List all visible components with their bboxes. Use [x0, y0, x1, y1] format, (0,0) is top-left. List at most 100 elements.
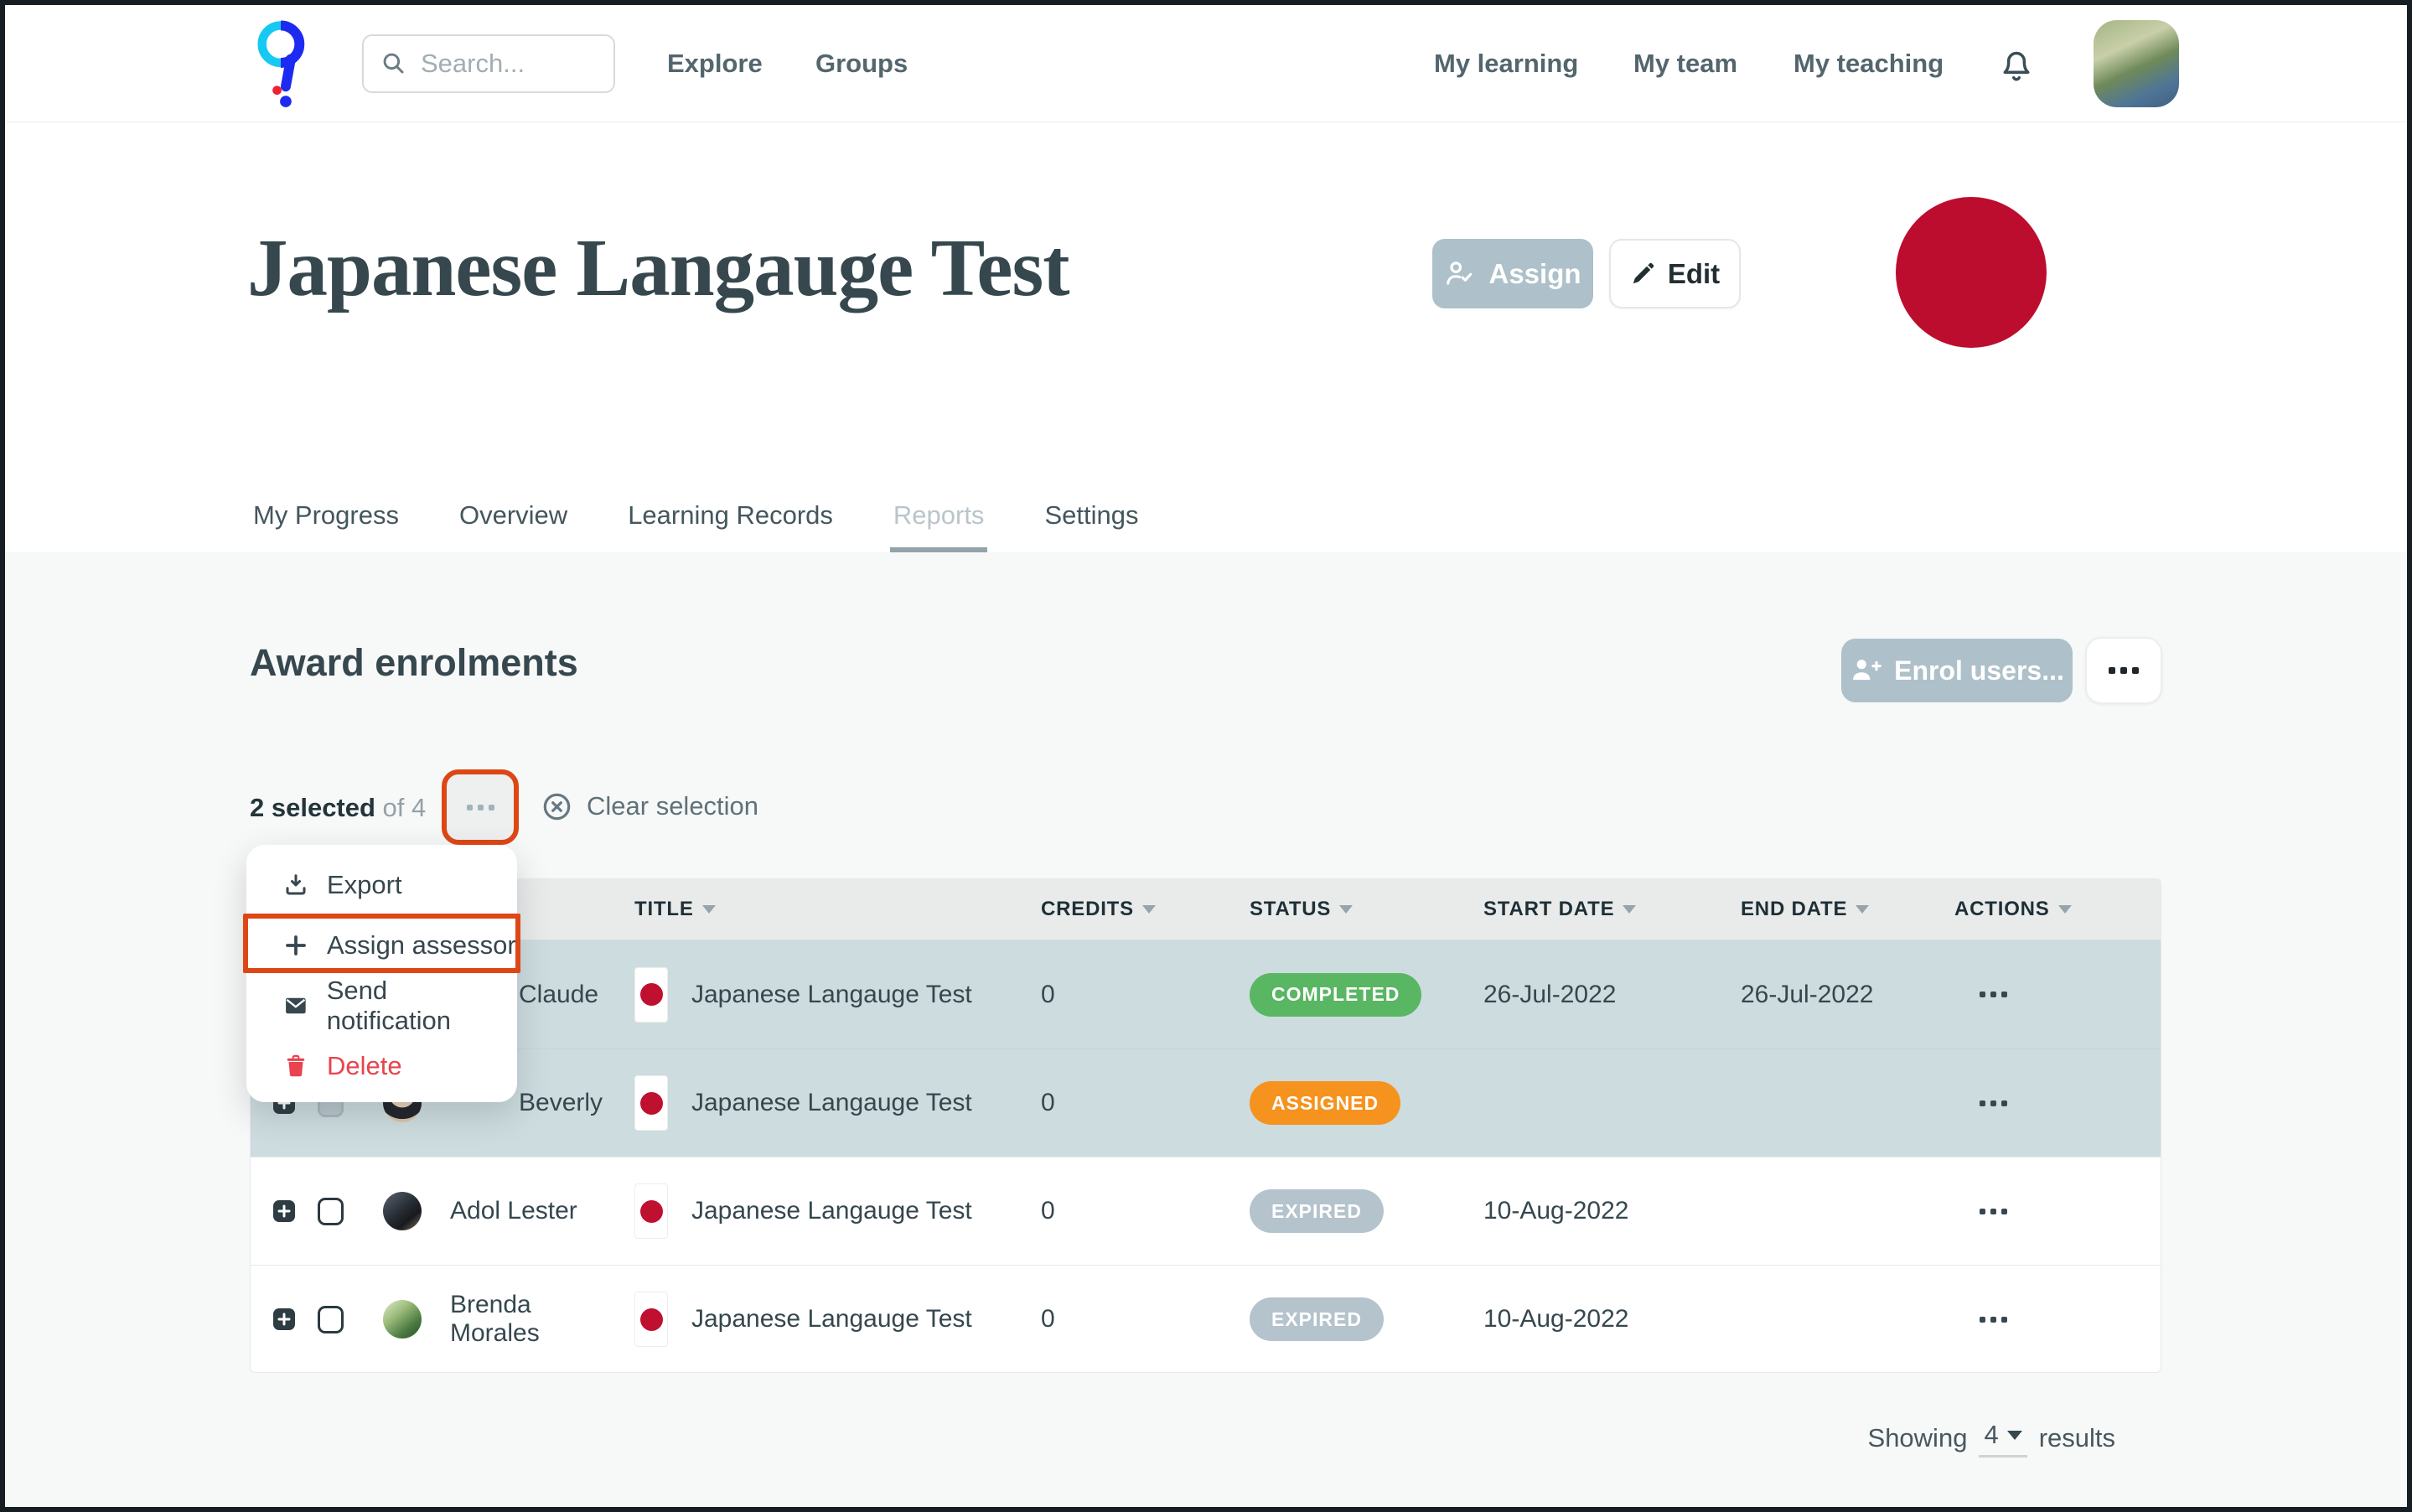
clear-selection-button[interactable]: Clear selection	[541, 780, 758, 832]
row-actions-button[interactable]	[1946, 1049, 2161, 1157]
menu-item-send-notification[interactable]: Send notification	[246, 976, 517, 1036]
award-more-actions-button[interactable]	[2085, 637, 2162, 704]
nav-link-my-learning[interactable]: My learning	[1434, 5, 1578, 122]
brand-logo-icon[interactable]	[253, 17, 308, 109]
row-actions-button[interactable]	[1946, 1266, 2161, 1373]
pencil-icon	[1630, 261, 1655, 287]
page-title: Japanese Langauge Test	[247, 221, 1069, 314]
sort-caret-icon	[1142, 905, 1156, 914]
showing-label: Showing	[1868, 1423, 1968, 1453]
menu-item-label: Assign assessor	[327, 930, 516, 961]
tab-reports[interactable]: Reports	[890, 500, 988, 552]
menu-item-export[interactable]: Export	[246, 855, 517, 915]
section-heading: Award enrolments	[250, 641, 578, 685]
enrol-users-button[interactable]: Enrol users...	[1841, 639, 2073, 702]
tab-bar: My Progress Overview Learning Records Re…	[250, 500, 1141, 552]
course-title[interactable]: Japanese Langauge Test	[691, 1197, 972, 1225]
ellipsis-icon	[2109, 667, 2139, 674]
row-checkbox[interactable]	[318, 1306, 344, 1333]
user-avatar[interactable]	[2094, 20, 2179, 107]
start-date: 10-Aug-2022	[1475, 1266, 1732, 1373]
edit-button-label: Edit	[1668, 258, 1720, 290]
course-thumbnail-japan-flag	[634, 1292, 668, 1347]
learner-name: Brenda Morales	[442, 1266, 626, 1373]
column-header-title[interactable]: TITLE	[626, 879, 1033, 940]
nav-link-groups[interactable]: Groups	[815, 5, 908, 122]
learner-avatar	[383, 1192, 422, 1230]
start-date	[1475, 1049, 1732, 1157]
expand-row-button[interactable]	[273, 1308, 295, 1330]
edit-button[interactable]: Edit	[1609, 239, 1741, 308]
envelope-icon	[283, 993, 308, 1018]
column-header-end-date[interactable]: END DATE	[1732, 879, 1946, 940]
trash-icon	[283, 1054, 308, 1079]
row-checkbox[interactable]	[318, 1198, 344, 1225]
row-actions-button[interactable]	[1946, 1157, 2161, 1265]
menu-item-label: Export	[327, 870, 402, 900]
status-badge: COMPLETED	[1250, 973, 1421, 1017]
column-header-credits[interactable]: CREDITS	[1033, 879, 1241, 940]
course-title[interactable]: Japanese Langauge Test	[691, 981, 972, 1009]
start-date: 10-Aug-2022	[1475, 1157, 1732, 1265]
end-date: 26-Jul-2022	[1732, 940, 1946, 1049]
ellipsis-icon	[1980, 992, 2007, 997]
row-actions-button[interactable]	[1946, 940, 2161, 1049]
learner-name: Adol Lester	[442, 1157, 626, 1265]
menu-item-delete[interactable]: Delete	[246, 1036, 517, 1096]
course-title[interactable]: Japanese Langauge Test	[691, 1089, 972, 1117]
tab-overview[interactable]: Overview	[456, 500, 571, 552]
credits-value: 0	[1033, 1049, 1241, 1157]
column-header-status[interactable]: STATUS	[1241, 879, 1475, 940]
assign-button[interactable]: Assign	[1432, 239, 1593, 308]
notifications-bell-icon[interactable]	[1998, 45, 2035, 85]
end-date	[1732, 1157, 1946, 1265]
person-plus-icon	[1850, 655, 1881, 686]
course-title[interactable]: Japanese Langauge Test	[691, 1305, 972, 1333]
table-row[interactable]: Adol Lester Japanese Langauge Test 0 EXP…	[251, 1157, 2161, 1265]
sort-caret-icon	[702, 905, 716, 914]
menu-item-label: Send notification	[327, 976, 517, 1036]
expand-row-button[interactable]	[273, 1200, 295, 1222]
start-date: 26-Jul-2022	[1475, 940, 1732, 1049]
end-date	[1732, 1049, 1946, 1157]
search-input[interactable]	[421, 49, 580, 79]
results-count: 4	[1984, 1420, 1998, 1450]
menu-item-assign-assessor[interactable]: Assign assessor	[246, 915, 517, 976]
status-badge: EXPIRED	[1250, 1189, 1384, 1233]
table-row[interactable]: Brenda Morales Japanese Langauge Test 0 …	[251, 1265, 2161, 1373]
sort-caret-icon	[1339, 905, 1353, 914]
tab-my-progress[interactable]: My Progress	[250, 500, 402, 552]
reports-main-section: Award enrolments Enrol users... 2 select…	[5, 552, 2407, 1507]
ellipsis-icon	[1980, 1100, 2007, 1106]
top-navigation: Explore Groups My learning My team My te…	[5, 5, 2407, 122]
course-thumbnail-japan-flag	[634, 967, 668, 1023]
learner-avatar	[383, 1300, 422, 1339]
column-header-actions[interactable]: ACTIONS	[1946, 879, 2161, 940]
tab-settings[interactable]: Settings	[1041, 500, 1141, 552]
tab-learning-records[interactable]: Learning Records	[624, 500, 836, 552]
search-icon	[380, 50, 407, 77]
plus-icon	[283, 933, 308, 958]
person-check-icon	[1444, 258, 1476, 290]
course-thumbnail-japan-flag	[634, 1075, 668, 1131]
enrolments-table: TITLE CREDITS STATUS START DATE END DATE…	[250, 878, 2161, 1373]
assign-button-label: Assign	[1488, 258, 1581, 290]
column-header-start-date[interactable]: START DATE	[1475, 879, 1732, 940]
ellipsis-icon	[1980, 1317, 2007, 1323]
credits-value: 0	[1033, 940, 1241, 1049]
table-row[interactable]: Claude Japanese Langauge Test 0 COMPLETE…	[251, 940, 2161, 1049]
chevron-down-icon	[2007, 1431, 2022, 1440]
nav-link-explore[interactable]: Explore	[667, 5, 763, 122]
nav-link-my-teaching[interactable]: My teaching	[1793, 5, 1944, 122]
clear-circle-x-icon	[541, 791, 572, 822]
nav-link-my-team[interactable]: My team	[1633, 5, 1737, 122]
download-icon	[283, 873, 308, 898]
sort-caret-icon	[2058, 905, 2072, 914]
results-footer: Showing 4 results	[1868, 1418, 2115, 1458]
bulk-actions-button-highlighted[interactable]	[442, 769, 519, 845]
table-row[interactable]: Beverly Japanese Langauge Test 0 ASSIGNE…	[251, 1049, 2161, 1157]
selection-count-bold: 2 selected	[250, 793, 375, 822]
ellipsis-icon	[1980, 1209, 2007, 1214]
sort-caret-icon	[1623, 905, 1636, 914]
results-count-dropdown[interactable]: 4	[1979, 1418, 2026, 1458]
